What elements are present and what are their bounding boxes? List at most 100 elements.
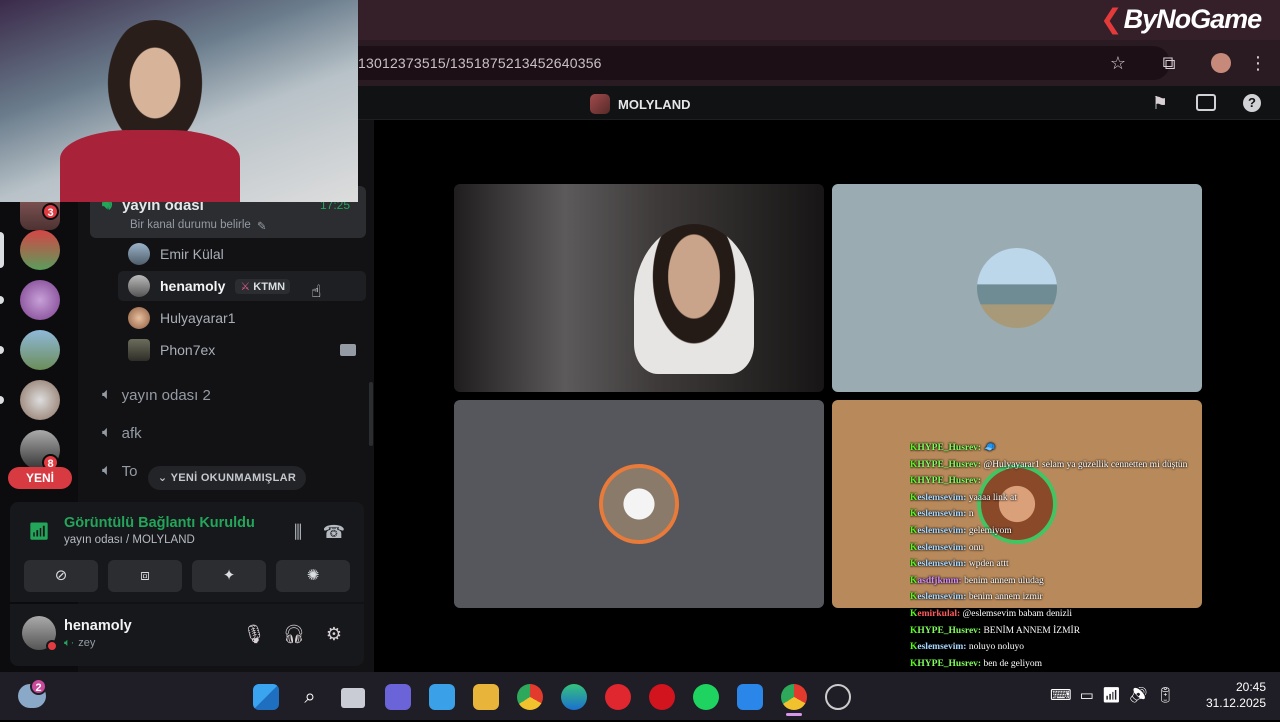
member-row[interactable]: Phon7ex <box>128 339 215 361</box>
chat-username: eslemsevim: <box>917 642 966 652</box>
start-button-icon[interactable] <box>253 684 279 710</box>
extensions-icon[interactable]: ⧉ <box>1157 51 1181 75</box>
voice-channel-row[interactable]: 🔈︎ To <box>102 462 137 480</box>
system-tray-icons[interactable]: ⌨▭📶︎🔊︎🔋︎ <box>1050 686 1183 704</box>
disconnect-icon[interactable]: ☎ <box>322 520 346 544</box>
channel-scrollbar[interactable] <box>369 382 373 446</box>
search-icon[interactable]: ⌕ <box>297 684 323 710</box>
chat-text: onu <box>969 543 983 553</box>
speaker-icon: 🔈︎ <box>102 424 112 442</box>
chat-text: ben de geliyom <box>983 659 1042 669</box>
headphones-icon[interactable]: 🎧︎ <box>282 622 306 646</box>
app-icon[interactable] <box>737 684 763 710</box>
kebab-menu-icon[interactable]: ⋮ <box>1246 51 1270 75</box>
star-icon[interactable]: ☆ <box>1106 51 1130 75</box>
video-tile-avatar[interactable] <box>454 400 824 608</box>
voice-status[interactable]: Görüntülü Bağlantı Kuruldu <box>64 515 255 531</box>
signal-icon[interactable]: 📶︎ <box>26 519 52 545</box>
store-icon[interactable] <box>429 684 455 710</box>
user-substatus: 🔈︎· zey <box>64 637 95 650</box>
camera-off-icon: ⊘ <box>55 567 68 584</box>
member-row[interactable]: Hulyayarar1 <box>128 307 235 329</box>
video-tile-camera[interactable] <box>454 184 824 392</box>
taskbar-clock[interactable]: 20:45 31.12.2025 <box>1196 679 1266 711</box>
chat-text: benim annem uludag <box>964 576 1044 586</box>
active-app-indicator <box>786 713 802 716</box>
chat-username: eslemsevim: <box>917 493 966 503</box>
chat-message: KHYPE_Husrev: ben de geliyom <box>910 656 1210 673</box>
voice-location[interactable]: yayın odası / MOLYLAND <box>64 534 195 546</box>
chat-username: eslemsevim: <box>917 526 966 536</box>
avatar <box>128 307 150 329</box>
url-text: 13012373515/1351875213452640356 <box>358 55 602 71</box>
flag-icon[interactable]: ⚑ <box>1148 91 1172 115</box>
streamer-webcam <box>0 0 358 202</box>
user-panel <box>10 604 364 666</box>
inbox-icon[interactable] <box>1196 94 1216 111</box>
selected-indicator <box>0 232 4 268</box>
voice-channel-row[interactable]: 🔈︎ yayın odası 2 <box>102 386 211 404</box>
video-tile-avatar[interactable] <box>832 184 1202 392</box>
new-unreads-button[interactable]: ⌄ YENİ OKUNMAMIŞLAR <box>148 466 306 490</box>
sword-icon: ⚔ <box>240 281 253 293</box>
noise-suppression-icon[interactable]: ⫼ <box>286 520 310 544</box>
voice-channel-row[interactable]: 🔈︎ afk <box>102 424 142 442</box>
teams-icon[interactable] <box>385 684 411 710</box>
chat-message: Keslemsevim: onu <box>910 540 1210 557</box>
microphone-icon[interactable]: 🎙︎ <box>242 622 266 646</box>
widget-badge: 2 <box>30 678 47 695</box>
dnd-status-icon <box>46 640 58 652</box>
chat-text: wpden attt <box>969 559 1009 569</box>
chat-message: KHYPE_Husrev: @Hulyayarar1 selam ya güze… <box>910 457 1210 474</box>
user-name[interactable]: henamoly <box>64 618 132 634</box>
server-icon-3[interactable] <box>20 280 60 320</box>
member-name: henamoly <box>160 278 225 294</box>
server-icon-2[interactable] <box>20 230 60 270</box>
server-icon-4[interactable] <box>20 330 60 370</box>
opera-icon[interactable] <box>649 684 675 710</box>
screen-share-icon: ⧈ <box>140 567 150 584</box>
mention-badge: 3 <box>42 203 59 220</box>
settings-gear-icon[interactable]: ⚙ <box>322 622 346 646</box>
new-unreads-pill[interactable]: YENİ <box>8 467 72 489</box>
screen-share-button[interactable]: ⧈ <box>108 560 182 592</box>
soundboard-icon: ✺ <box>307 567 320 584</box>
profile-avatar[interactable] <box>1211 53 1231 73</box>
channel-status-prompt[interactable]: Bir kanal durumu belirle ✎ <box>130 219 266 233</box>
task-view-icon[interactable] <box>341 688 365 708</box>
chat-username: eslemsevim: <box>917 559 966 569</box>
server-icon-5[interactable] <box>20 380 60 420</box>
youtube-icon[interactable] <box>605 684 631 710</box>
edge-icon[interactable] <box>561 684 587 710</box>
bynogame-logo: ❮ByNoGame <box>1100 4 1261 35</box>
chat-username: asdfjkmm: <box>917 576 961 586</box>
soundboard-button[interactable]: ✺ <box>276 560 350 592</box>
chat-username: HYPE_Husrev: <box>917 659 981 669</box>
speaker-icon: 🔈︎ <box>102 386 112 404</box>
chat-username: eslemsevim: <box>917 509 966 519</box>
chat-message: Keslemsevim: wpden attt <box>910 556 1210 573</box>
chat-username: emirkulal: <box>917 609 960 619</box>
member-tag-text: KTMN <box>253 281 285 293</box>
obs-icon[interactable] <box>825 684 851 710</box>
member-row[interactable]: Emir Külal <box>128 243 224 265</box>
status-prompt-text: Bir kanal durumu belirle <box>130 219 251 233</box>
new-unreads-label: YENİ OKUNMAMIŞLAR <box>171 472 297 484</box>
chrome-icon[interactable] <box>517 684 543 710</box>
avatar <box>128 275 150 297</box>
chrome-active-icon[interactable] <box>781 684 807 710</box>
chat-text: @Hulyayarar1 selam ya güzellik cennetten… <box>983 460 1187 470</box>
chat-message: KHYPE_Husrev: 🧢 <box>910 440 1210 457</box>
chat-message: Keslemsevim: gelemiyom <box>910 523 1210 540</box>
chat-username: eslemsevim: <box>917 592 966 602</box>
spotify-icon[interactable] <box>693 684 719 710</box>
channel-name: afk <box>122 425 142 442</box>
chat-message: Kemirkulal: @eslemsevim babam denizli <box>910 606 1210 623</box>
camera-off-button[interactable]: ⊘ <box>24 560 98 592</box>
file-explorer-icon[interactable] <box>473 684 499 710</box>
avatar <box>128 339 150 361</box>
help-icon[interactable]: ? <box>1243 94 1261 112</box>
member-row[interactable]: henamoly ⚔ KTMN <box>128 275 290 297</box>
activities-button[interactable]: ✦ <box>192 560 266 592</box>
speaker-icon: 🔈︎ <box>102 462 112 480</box>
